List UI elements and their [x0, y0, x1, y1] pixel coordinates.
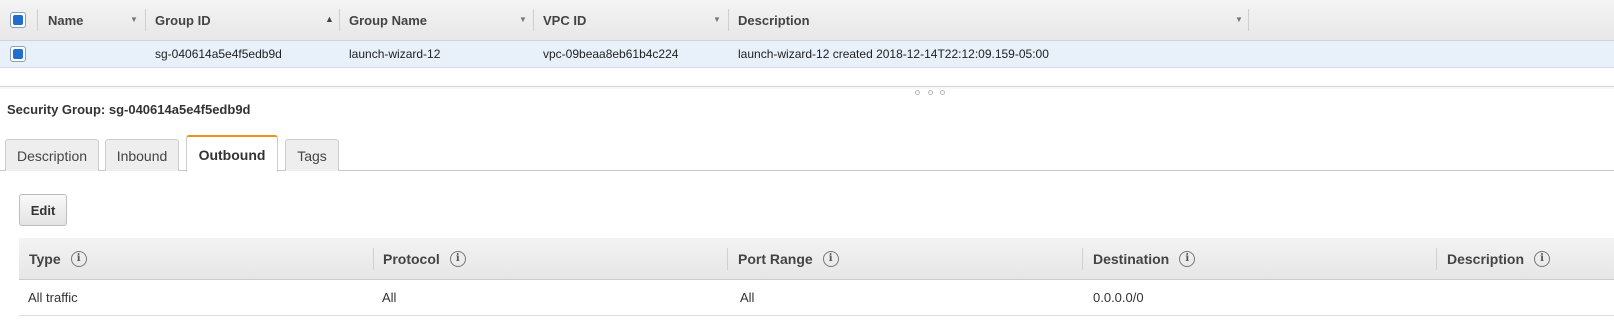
- column-header-label: Group Name: [349, 12, 428, 28]
- info-icon[interactable]: i: [1179, 250, 1196, 267]
- table-header: Name ▼ Group ID ▲ Group Name ▼ VPC ID ▼ …: [0, 0, 1614, 41]
- rule-port-range: All: [740, 290, 755, 305]
- cell-vpc-id: vpc-09beaa8eb61b4c224: [543, 47, 679, 61]
- rules-table-header: Type i Protocol i Port Range i Destinati…: [19, 238, 1614, 280]
- column-header-label: Port Range: [738, 250, 813, 267]
- grip-dot: [927, 90, 933, 95]
- rule-destination: 0.0.0.0/0: [1093, 290, 1144, 305]
- column-divider: [373, 248, 374, 270]
- rules-column-destination: Destination i: [1093, 238, 1196, 279]
- column-divider: [533, 9, 534, 31]
- tab-outbound[interactable]: Outbound: [186, 135, 278, 172]
- table-row[interactable]: sg-040614a5e4f5edb9d launch-wizard-12 vp…: [0, 41, 1614, 68]
- column-header-label: Group ID: [155, 12, 211, 28]
- column-divider: [727, 248, 728, 270]
- tab-description[interactable]: Description: [5, 139, 99, 171]
- sort-ascending-icon[interactable]: ▲: [325, 14, 334, 24]
- grip-dot: [915, 90, 920, 95]
- rules-column-port-range: Port Range i: [738, 238, 839, 279]
- sort-menu-icon[interactable]: ▼: [519, 15, 527, 24]
- cell-group-name: launch-wizard-12: [349, 47, 441, 61]
- sort-menu-icon[interactable]: ▼: [713, 15, 721, 24]
- select-all-checkbox[interactable]: [10, 12, 26, 28]
- info-icon[interactable]: i: [70, 250, 87, 267]
- edit-button[interactable]: Edit: [19, 194, 67, 226]
- cell-description: launch-wizard-12 created 2018-12-14T22:1…: [738, 47, 1049, 61]
- splitter-grip-icon[interactable]: [915, 90, 945, 96]
- column-header-label: Description: [738, 12, 810, 28]
- details-tabs: Description Inbound Outbound Tags: [0, 133, 1614, 172]
- column-divider: [339, 9, 340, 31]
- details-title: Security Group: sg-040614a5e4f5edb9d: [7, 102, 251, 117]
- column-header-group-id[interactable]: Group ID: [155, 0, 335, 40]
- column-header-group-name[interactable]: Group Name: [349, 0, 529, 40]
- tab-inbound[interactable]: Inbound: [105, 139, 179, 171]
- column-divider: [145, 9, 146, 31]
- sort-menu-icon[interactable]: ▼: [130, 15, 138, 24]
- info-icon[interactable]: i: [1534, 250, 1551, 267]
- column-header-label: VPC ID: [543, 12, 587, 28]
- info-icon[interactable]: i: [449, 250, 466, 267]
- column-header-vpc-id[interactable]: VPC ID: [543, 0, 723, 40]
- column-divider: [1436, 248, 1437, 270]
- pane-splitter[interactable]: [0, 86, 1614, 89]
- cell-name: [48, 41, 144, 67]
- column-header-description[interactable]: Description: [738, 0, 1238, 40]
- table-row: All traffic All All 0.0.0.0/0: [19, 280, 1614, 316]
- grip-dot: [940, 90, 945, 95]
- rule-type: All traffic: [28, 290, 78, 305]
- rules-column-protocol: Protocol i: [383, 238, 466, 279]
- column-divider: [728, 9, 729, 31]
- rules-column-type: Type i: [29, 238, 87, 279]
- column-header-label: Description: [1447, 250, 1525, 267]
- info-icon[interactable]: i: [822, 250, 839, 267]
- column-header-label: Type: [29, 250, 61, 267]
- column-divider: [37, 9, 38, 31]
- column-divider: [1248, 9, 1249, 31]
- tab-tags[interactable]: Tags: [285, 139, 339, 171]
- sort-menu-icon[interactable]: ▼: [1235, 15, 1243, 24]
- cell-group-id: sg-040614a5e4f5edb9d: [155, 47, 282, 61]
- security-groups-table: Name ▼ Group ID ▲ Group Name ▼ VPC ID ▼ …: [0, 0, 1614, 68]
- column-header-label: Protocol: [383, 250, 440, 267]
- column-divider: [1082, 248, 1083, 270]
- column-header-label: Destination: [1093, 250, 1170, 267]
- rule-protocol: All: [382, 290, 397, 305]
- row-checkbox[interactable]: [10, 46, 26, 62]
- rules-column-description: Description i: [1447, 238, 1551, 279]
- column-header-label: Name: [48, 12, 84, 28]
